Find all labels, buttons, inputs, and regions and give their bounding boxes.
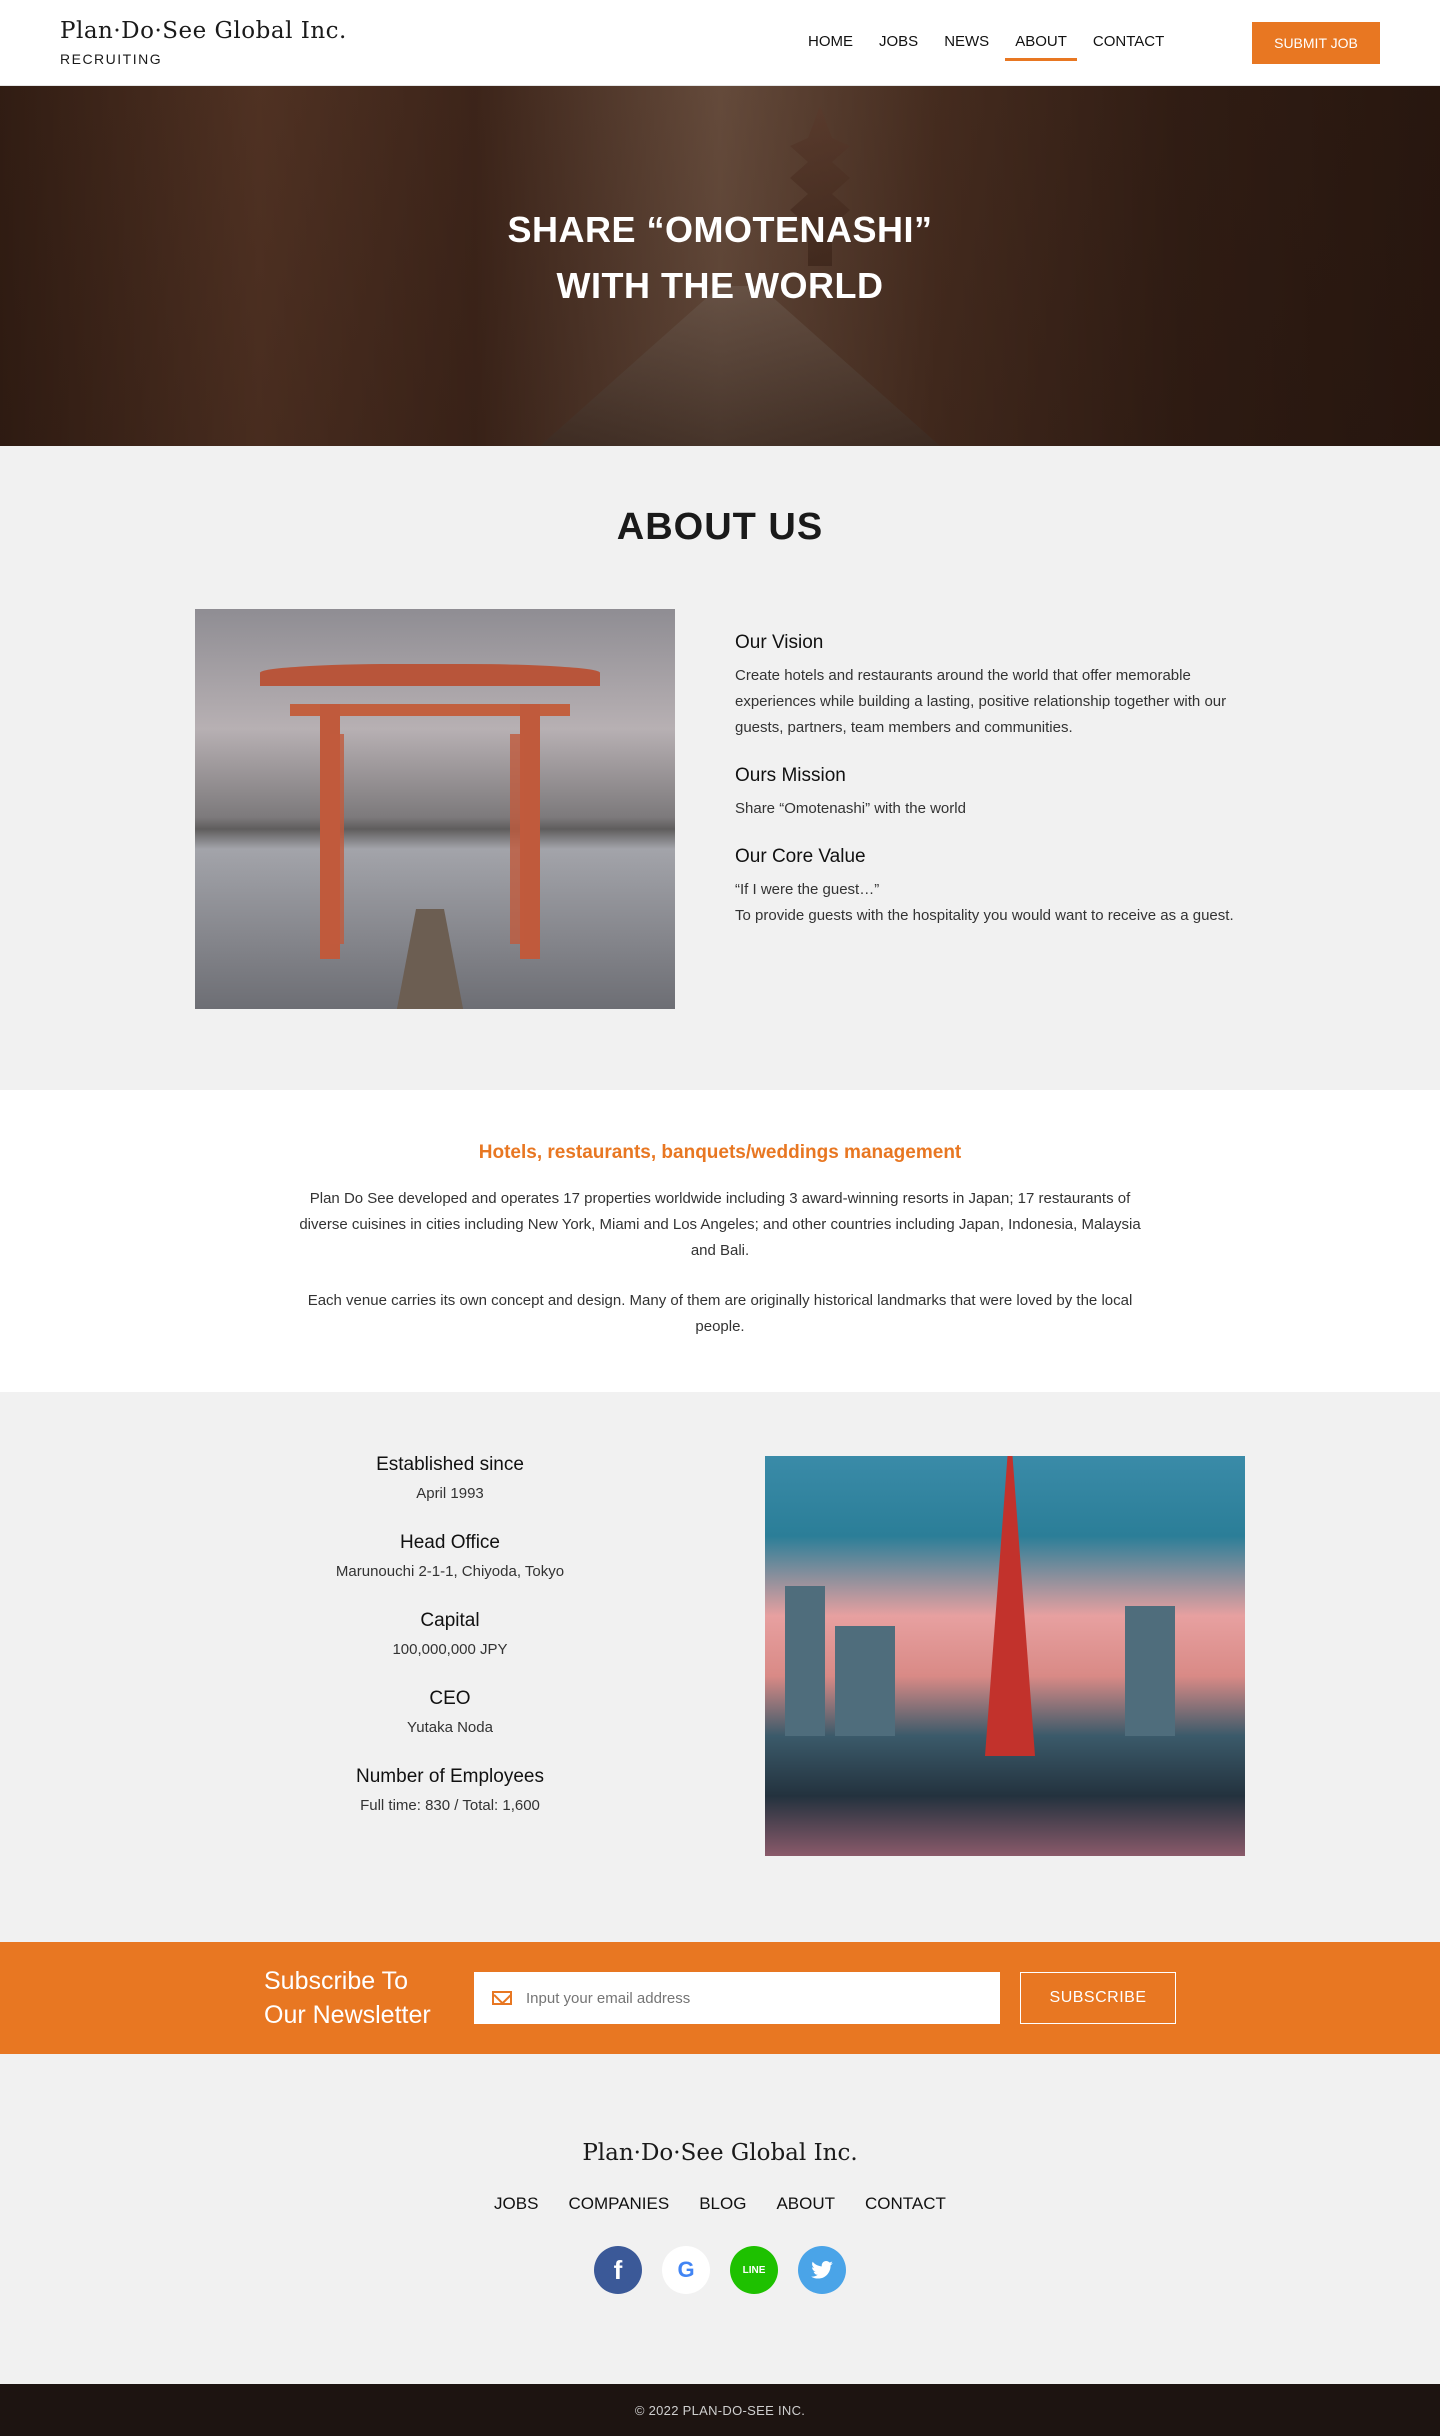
logo-subtitle: RECRUITING [60, 51, 163, 67]
vision-block: Our Vision Create hotels and restaurants… [735, 632, 1255, 741]
about-title: ABOUT US [616, 506, 824, 548]
core-value-title: Our Core Value [735, 846, 866, 867]
fact-label: Capital [420, 1610, 480, 1631]
hero-title: SHARE “OMOTENASHI” WITH THE WORLD [0, 202, 1440, 314]
core-value-quote: “If I were the guest…” [735, 881, 880, 898]
fact-head-office: Head Office Marunouchi 2-1-1, Chiyoda, T… [240, 1532, 660, 1580]
torii-post [510, 734, 524, 944]
mission-text: Share “Omotenashi” with the world [735, 800, 966, 817]
footer-nav-contact[interactable]: CONTACT [865, 2194, 946, 2214]
fact-value: 100,000,000 JPY [392, 1641, 508, 1658]
main-nav: HOME JOBS NEWS ABOUT CONTACT [798, 31, 1180, 61]
hero-banner: SHARE “OMOTENASHI” WITH THE WORLD [0, 86, 1440, 446]
google-icon[interactable]: G [662, 2246, 710, 2294]
nav-contact[interactable]: CONTACT [1083, 31, 1174, 61]
building-shape [835, 1626, 895, 1736]
mission-block: Ours Mission Share “Omotenashi” with the… [735, 765, 1255, 822]
newsletter-section: Subscribe To Our Newsletter SUBSCRIBE [0, 1942, 1440, 2054]
vision-text: Create hotels and restaurants around the… [735, 667, 1227, 736]
tower-shape [985, 1456, 1035, 1756]
nav-jobs[interactable]: JOBS [869, 31, 928, 61]
about-section: ABOUT US Our Vision Create hotels and re… [0, 446, 1440, 1090]
copyright: © 2022 PLAN-DO-SEE INC. [0, 2384, 1440, 2436]
building-shape [1125, 1606, 1175, 1736]
fact-established: Established since April 1993 [240, 1454, 660, 1502]
company-facts: Established since April 1993 Head Office… [240, 1454, 660, 1844]
site-footer: Plan·Do·See Global Inc. JOBS COMPANIES B… [0, 2054, 1440, 2384]
management-paragraph: Plan Do See developed and operates 17 pr… [299, 1190, 1141, 1259]
site-logo[interactable]: Plan·Do·See Global Inc. RECRUITING [60, 18, 347, 67]
core-value-block: Our Core Value “If I were the guest…” To… [735, 846, 1255, 929]
footer-logo[interactable]: Plan·Do·See Global Inc. [0, 2140, 1440, 2166]
hero-title-line2: WITH THE WORLD [556, 265, 884, 306]
subscribe-button[interactable]: SUBSCRIBE [1020, 1972, 1176, 2024]
fact-capital: Capital 100,000,000 JPY [240, 1610, 660, 1658]
footer-nav-blog[interactable]: BLOG [699, 2194, 746, 2214]
management-title: Hotels, restaurants, banquets/weddings m… [478, 1142, 962, 1163]
newsletter-title-line1: Subscribe To [264, 1967, 409, 1995]
twitter-icon[interactable] [798, 2246, 846, 2294]
fact-value: April 1993 [416, 1485, 484, 1502]
footer-nav-jobs[interactable]: JOBS [494, 2194, 538, 2214]
nav-news[interactable]: NEWS [934, 31, 999, 61]
newsletter-title: Subscribe To Our Newsletter [264, 1964, 431, 2032]
hero-title-line1: SHARE “OMOTENASHI” [507, 209, 933, 250]
footer-nav-about[interactable]: ABOUT [776, 2194, 835, 2214]
email-field[interactable] [474, 1972, 1000, 2024]
logo-text: Plan·Do·See Global Inc. [60, 18, 347, 44]
fact-ceo: CEO Yutaka Noda [240, 1688, 660, 1736]
nav-about[interactable]: ABOUT [1005, 31, 1077, 61]
footer-nav: JOBS COMPANIES BLOG ABOUT CONTACT [0, 2194, 1440, 2214]
social-links: f G LINE [0, 2246, 1440, 2294]
management-section: Hotels, restaurants, banquets/weddings m… [0, 1090, 1440, 1392]
footer-nav-companies[interactable]: COMPANIES [568, 2194, 669, 2214]
facebook-icon[interactable]: f [594, 2246, 642, 2294]
fact-value: Yutaka Noda [407, 1719, 493, 1736]
company-info-section: Established since April 1993 Head Office… [0, 1392, 1440, 1942]
site-header: Plan·Do·See Global Inc. RECRUITING HOME … [0, 0, 1440, 86]
stone-pier [395, 909, 465, 1009]
vision-title: Our Vision [735, 632, 824, 653]
torii-top-beam [260, 664, 600, 686]
core-value-text: To provide guests with the hospitality y… [735, 907, 1234, 924]
email-input[interactable] [526, 1989, 986, 2007]
torii-post [330, 734, 344, 944]
tokyo-tower-image [765, 1456, 1245, 1856]
fact-label: Head Office [400, 1532, 500, 1553]
fact-value: Full time: 830 / Total: 1,600 [360, 1797, 540, 1814]
fact-label: Established since [376, 1454, 524, 1475]
fact-label: Number of Employees [356, 1766, 544, 1787]
building-shape [785, 1586, 825, 1736]
mission-title: Ours Mission [735, 765, 846, 786]
mail-icon [492, 1991, 512, 2005]
newsletter-title-line2: Our Newsletter [264, 2001, 431, 2029]
line-icon[interactable]: LINE [730, 2246, 778, 2294]
fact-employees: Number of Employees Full time: 830 / Tot… [240, 1766, 660, 1814]
nav-home[interactable]: HOME [798, 31, 863, 61]
values-list: Our Vision Create hotels and restaurants… [735, 632, 1255, 953]
torii-gate-image [195, 609, 675, 1009]
management-paragraph: Each venue carries its own concept and d… [307, 1292, 1133, 1335]
submit-job-button[interactable]: SUBMIT JOB [1252, 22, 1380, 64]
fact-value: Marunouchi 2-1-1, Chiyoda, Tokyo [335, 1563, 565, 1580]
fact-label: CEO [429, 1688, 471, 1709]
